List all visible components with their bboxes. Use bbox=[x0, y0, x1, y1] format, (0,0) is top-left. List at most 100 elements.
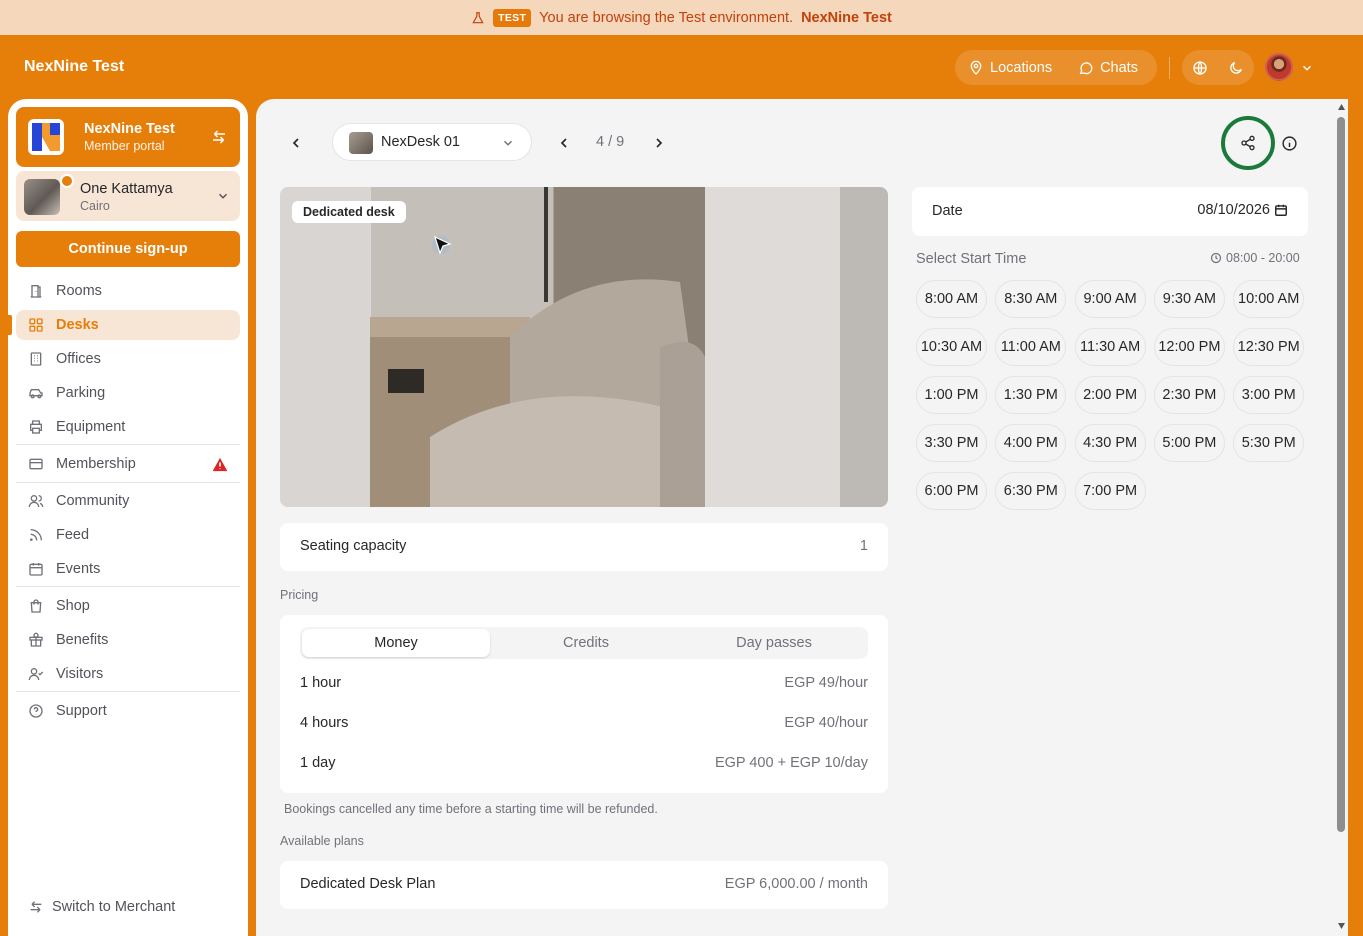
main-content: NexDesk 01 4 / 9 Dedicated desk Seating … bbox=[256, 99, 1348, 936]
time-slot-button[interactable]: 9:30 AM bbox=[1153, 280, 1225, 318]
time-slot-button[interactable]: 4:00 PM bbox=[995, 424, 1067, 462]
tab-money[interactable]: Money bbox=[302, 629, 490, 657]
continue-signup-button[interactable]: Continue sign-up bbox=[16, 231, 240, 267]
plan-price: EGP 6,000.00 / month bbox=[724, 876, 868, 892]
divider bbox=[16, 444, 240, 445]
brand-name[interactable]: NexNine Test bbox=[24, 58, 124, 76]
sidebar-item-desks[interactable]: Desks bbox=[8, 310, 240, 340]
sidebar-item-benefits[interactable]: Benefits bbox=[16, 625, 240, 655]
time-slot-button[interactable]: 8:00 AM bbox=[916, 280, 987, 318]
sidebar-item-parking[interactable]: Parking bbox=[16, 378, 240, 408]
sidebar-item-support[interactable]: Support bbox=[16, 696, 240, 726]
sidebar-item-label: Shop bbox=[56, 598, 90, 614]
time-slot-button[interactable]: 6:00 PM bbox=[916, 472, 987, 510]
divider bbox=[1169, 57, 1170, 79]
date-input[interactable]: 08/10/2026 bbox=[1197, 202, 1288, 218]
moon-icon[interactable] bbox=[1228, 60, 1244, 76]
scroll-up-icon bbox=[1338, 104, 1345, 110]
time-slot-button[interactable]: 9:00 AM bbox=[1074, 280, 1146, 318]
locations-link[interactable]: Locations bbox=[955, 50, 1065, 85]
date-value: 08/10/2026 bbox=[1197, 202, 1270, 218]
scroll-down-icon bbox=[1338, 923, 1345, 929]
scrollbar[interactable] bbox=[1335, 99, 1348, 936]
plan-card[interactable]: Dedicated Desk Plan EGP 6,000.00 / month bbox=[280, 861, 888, 909]
price-label: 1 day bbox=[300, 755, 336, 771]
time-slot-button[interactable]: 2:00 PM bbox=[1074, 376, 1146, 414]
portal-name: NexNine Test bbox=[84, 121, 175, 137]
time-slot-button[interactable]: 3:00 PM bbox=[1233, 376, 1305, 414]
capacity-value: 1 bbox=[859, 538, 868, 554]
sidebar-item-offices[interactable]: Offices bbox=[16, 344, 240, 374]
top-bar: NexNine Test Locations Chats bbox=[0, 35, 1363, 99]
time-slot-button[interactable]: 11:00 AM bbox=[995, 328, 1067, 366]
sidebar-item-label: Support bbox=[56, 703, 107, 719]
switch-to-merchant-label: Switch to Merchant bbox=[52, 899, 176, 915]
location-selector[interactable]: One Kattamya Cairo bbox=[16, 171, 240, 221]
time-slot-button[interactable]: 12:00 PM bbox=[1153, 328, 1225, 366]
sidebar-item-community[interactable]: Community bbox=[16, 486, 240, 516]
globe-icon[interactable] bbox=[1192, 60, 1208, 76]
time-slot-grid: 8:00 AM 8:30 AM 9:00 AM 9:30 AM 10:00 AM 10:3… bbox=[916, 280, 1308, 510]
info-button[interactable] bbox=[1280, 133, 1298, 153]
time-slot-button[interactable]: 3:30 PM bbox=[916, 424, 987, 462]
time-slot-button[interactable]: 7:00 PM bbox=[1074, 472, 1146, 510]
time-slot-button[interactable]: 5:30 PM bbox=[1233, 424, 1305, 462]
time-slot-button[interactable]: 10:00 AM bbox=[1233, 280, 1305, 318]
calendar-icon bbox=[1275, 204, 1287, 216]
sidebar-item-membership[interactable]: Membership bbox=[16, 449, 240, 479]
calendar-icon bbox=[29, 563, 43, 576]
test-badge: TEST bbox=[493, 8, 532, 27]
refund-note: Bookings cancelled any time before a sta… bbox=[284, 802, 658, 816]
chats-link[interactable]: Chats bbox=[1065, 50, 1151, 85]
sidebar-item-rooms[interactable]: Rooms bbox=[16, 276, 240, 306]
portal-subtitle: Member portal bbox=[84, 139, 165, 153]
armchair-illustration bbox=[370, 187, 840, 507]
user-avatar[interactable] bbox=[1265, 53, 1293, 81]
divider bbox=[16, 691, 240, 692]
sidebar-item-visitors[interactable]: Visitors bbox=[16, 659, 240, 689]
sidebar-item-label: Desks bbox=[56, 317, 99, 333]
plan-name: Dedicated Desk Plan bbox=[300, 876, 436, 892]
portal-switcher[interactable]: NexNine Test Member portal bbox=[16, 107, 240, 167]
chevron-down-icon bbox=[503, 140, 513, 146]
chevron-down-icon[interactable] bbox=[1300, 61, 1314, 75]
time-slot-button[interactable]: 6:30 PM bbox=[995, 472, 1067, 510]
share-button[interactable] bbox=[1221, 116, 1275, 170]
time-slot-button[interactable]: 8:30 AM bbox=[995, 280, 1067, 318]
price-row: 1 day EGP 400 + EGP 10/day bbox=[300, 755, 868, 771]
sidebar-item-label: Community bbox=[56, 493, 130, 509]
grid-icon bbox=[29, 318, 43, 332]
time-slot-button[interactable]: 2:30 PM bbox=[1153, 376, 1225, 414]
settings-pill bbox=[1182, 50, 1254, 85]
price-value: EGP 49/hour bbox=[784, 675, 868, 691]
time-slot-button[interactable]: 12:30 PM bbox=[1233, 328, 1305, 366]
time-slot-button[interactable]: 10:30 AM bbox=[916, 328, 987, 366]
sidebar-item-events[interactable]: Events bbox=[16, 554, 240, 584]
sidebar-item-label: Parking bbox=[56, 385, 106, 401]
available-plans-label: Available plans bbox=[280, 834, 364, 848]
price-value: EGP 400 + EGP 10/day bbox=[714, 755, 868, 771]
desk-selector[interactable]: NexDesk 01 bbox=[332, 123, 532, 161]
scrollbar-thumb[interactable] bbox=[1337, 117, 1345, 832]
price-row: 4 hours EGP 40/hour bbox=[300, 715, 868, 731]
price-label: 4 hours bbox=[300, 715, 349, 731]
time-slot-button[interactable]: 1:00 PM bbox=[916, 376, 987, 414]
prev-desk-button[interactable] bbox=[556, 133, 572, 153]
time-slot-button[interactable]: 1:30 PM bbox=[995, 376, 1067, 414]
time-slot-button[interactable]: 4:30 PM bbox=[1074, 424, 1146, 462]
back-button[interactable] bbox=[288, 133, 304, 153]
divider bbox=[16, 586, 240, 587]
time-slot-button[interactable]: 11:30 AM bbox=[1074, 328, 1146, 366]
sidebar-item-feed[interactable]: Feed bbox=[16, 520, 240, 550]
time-slot-button[interactable]: 5:00 PM bbox=[1153, 424, 1225, 462]
tab-credits[interactable]: Credits bbox=[492, 627, 680, 659]
tab-day-passes[interactable]: Day passes bbox=[680, 627, 868, 659]
user-check-icon bbox=[28, 668, 44, 681]
switch-to-merchant-link[interactable]: Switch to Merchant bbox=[28, 899, 175, 915]
opening-hours: 08:00 - 20:00 bbox=[1210, 251, 1300, 265]
sidebar-item-label: Visitors bbox=[56, 666, 104, 682]
location-name: One Kattamya bbox=[80, 181, 173, 197]
sidebar-item-equipment[interactable]: Equipment bbox=[16, 412, 240, 442]
sidebar-item-shop[interactable]: Shop bbox=[16, 591, 240, 621]
next-desk-button[interactable] bbox=[651, 133, 667, 153]
